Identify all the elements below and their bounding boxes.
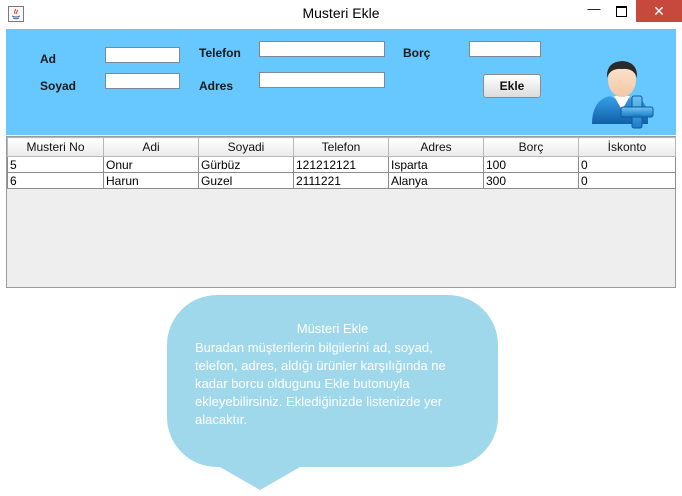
window-title: Musteri Ekle [302, 5, 380, 21]
title-bar[interactable]: Musteri Ekle — ✕ [0, 0, 682, 28]
cell-musteri-no[interactable]: 6 [7, 172, 104, 189]
ad-label: Ad [40, 52, 56, 66]
adres-input[interactable] [259, 72, 385, 88]
maximize-icon [615, 6, 627, 17]
customer-form-panel: Ad Soyad Telefon Adres Borç Ekle [6, 29, 676, 135]
cell-iskonto[interactable]: 0 [578, 156, 676, 173]
cell-telefon[interactable]: 2111221 [293, 172, 389, 189]
cell-musteri-no[interactable]: 5 [7, 156, 104, 173]
table-row[interactable]: 5 Onur Gürbüz 121212121 Isparta 100 0 [7, 156, 676, 173]
cell-adres[interactable]: Isparta [388, 156, 484, 173]
cell-iskonto[interactable]: 0 [578, 172, 676, 189]
adres-label: Adres [199, 79, 234, 93]
column-header-borc[interactable]: Borç [483, 137, 579, 157]
cell-adi[interactable]: Onur [103, 156, 199, 173]
customer-table[interactable]: Musteri No Adi Soyadi Telefon Adres Borç… [6, 136, 676, 288]
add-user-icon [592, 61, 654, 129]
close-button[interactable]: ✕ [636, 0, 682, 22]
column-header-telefon[interactable]: Telefon [293, 137, 389, 157]
column-header-adres[interactable]: Adres [388, 137, 484, 157]
cell-telefon[interactable]: 121212121 [293, 156, 389, 173]
cell-borc[interactable]: 100 [483, 156, 579, 173]
soyad-label: Soyad [40, 79, 77, 93]
cell-soyadi[interactable]: Guzel [198, 172, 294, 189]
tooltip-title: Müsteri Ekle [296, 321, 369, 336]
cell-soyadi[interactable]: Gürbüz [198, 156, 294, 173]
column-header-musteri-no[interactable]: Musteri No [7, 137, 104, 157]
borc-label: Borç [403, 46, 431, 60]
column-header-iskonto[interactable]: İskonto [578, 137, 676, 157]
help-tooltip-bubble: Müsteri Ekle Buradan müşterilerin bilgil… [167, 295, 498, 467]
cell-borc[interactable]: 300 [483, 172, 579, 189]
tooltip-pointer [220, 467, 300, 490]
cell-adres[interactable]: Alanya [388, 172, 484, 189]
telefon-label: Telefon [199, 46, 241, 60]
ekle-button[interactable]: Ekle [483, 74, 541, 98]
column-header-soyadi[interactable]: Soyadi [198, 137, 294, 157]
ad-input[interactable] [105, 47, 180, 63]
borc-input[interactable] [469, 41, 541, 57]
telefon-input[interactable] [259, 41, 385, 57]
cell-adi[interactable]: Harun [103, 172, 199, 189]
minimize-button[interactable]: — [583, 0, 605, 22]
soyad-input[interactable] [105, 73, 180, 89]
maximize-button[interactable] [610, 0, 632, 22]
table-header-row: Musteri No Adi Soyadi Telefon Adres Borç… [7, 137, 676, 157]
table-row[interactable]: 6 Harun Guzel 2111221 Alanya 300 0 [7, 172, 676, 189]
tooltip-body: Buradan müşterilerin bilgilerini ad, soy… [195, 340, 446, 427]
column-header-adi[interactable]: Adi [103, 137, 199, 157]
